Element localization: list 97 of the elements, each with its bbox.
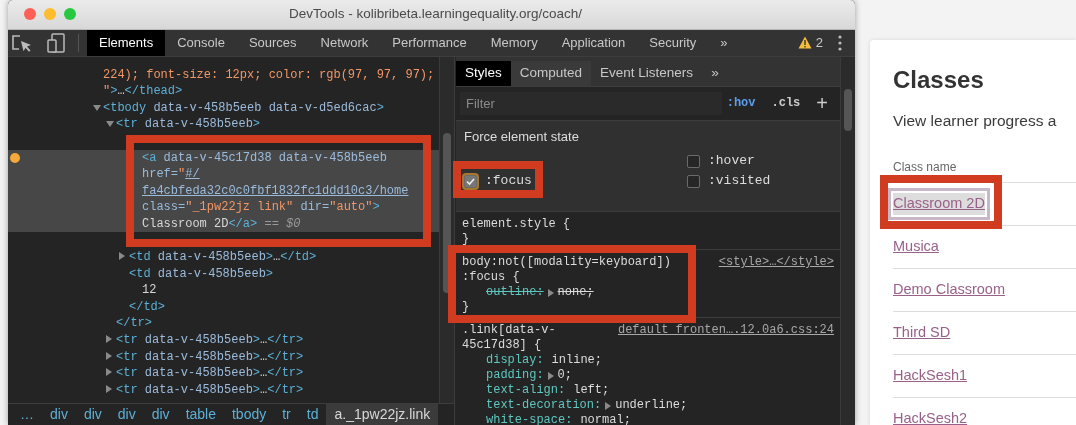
css-selector: body:not([modality=keyboard]) [462,255,671,271]
checkbox[interactable] [687,174,700,188]
code-line: <td data-v-458b5eeb> [129,266,274,281]
code-line: 224); font-size: 12px; color: rgb(97, 97, 97); [103,67,435,82]
panel-tab[interactable]: Network [308,29,381,56]
property-value: none; [557,285,594,301]
more-tabs-button[interactable]: » [702,60,728,86]
code-line: <td data-v-458b5eeb>…</td> [129,250,317,265]
panel-tab[interactable]: Security [637,29,709,56]
breadcrumb-item[interactable]: div [42,404,76,425]
breadcrumb-item[interactable]: a._1pw22jz.link [326,404,439,425]
code-line: <tr data-v-458b5eeb>…</tr> [116,349,304,364]
hov-toggle[interactable]: :hov [726,94,756,113]
code-line: Classroom 2D</a> == $0 [142,216,301,231]
expand-triangle-icon[interactable] [605,401,612,410]
state-label: :visited [708,172,771,191]
property-value: 0; [557,368,572,384]
code-line: 12 [142,283,157,298]
source-link[interactable]: default_fronten….12.0a6.css:24 [617,323,834,339]
property-name: display: [486,353,544,369]
warnings-button[interactable]: 2 [797,32,823,53]
property-name: outline: [486,285,544,301]
code-line: class="_1pw22jz link" dir="auto"> [142,200,380,215]
cls-toggle[interactable]: .cls [771,94,801,113]
selected-tree-node[interactable]: <a data-v-45c17d38 data-v-458b5eeb href="#/ fa4cbfeda32c0c0fbf1832fc1ddd10c3/home class="_1pw22jz link" dir="auto"> Classroom 2D</a> == $0 [8,149,439,233]
styles-tab[interactable]: Event Listeners [591,60,703,86]
css-selector: element.style { [462,217,571,233]
collapsed-triangle-icon[interactable] [106,368,112,377]
state-label: :focus [485,172,532,191]
code-line: </td> [129,299,165,314]
breadcrumb-item[interactable]: div [75,404,110,425]
breadcrumb-item[interactable]: div [109,404,144,425]
css-brace: } [462,300,471,316]
property-value: normal; [580,413,631,425]
css-brace: } [462,232,471,248]
warning-count: 2 [815,33,823,52]
code-line: </tr> [116,316,152,331]
breadcrumb-item[interactable]: td [298,404,327,425]
css-selector: 45c17d38] { [462,338,543,354]
property-value: inline; [551,353,603,369]
panel-tab[interactable]: Memory [478,29,550,56]
code-line: ">…</thead> [103,84,183,99]
class-link[interactable]: HackSesh2 [893,408,968,425]
code-line: <tr data-v-458b5eeb> [116,117,261,132]
section-title: Force element state [464,127,580,146]
property-name: white-space: [486,413,573,425]
class-link[interactable]: Demo Classroom [893,279,1005,301]
panel-tab[interactable]: Application [549,29,638,56]
panel-tab[interactable]: Elements [87,29,166,56]
state-label: :hover [708,152,755,171]
panel-tab[interactable]: Performance [380,29,479,56]
page-title: Classes [893,66,985,95]
collapsed-triangle-icon[interactable] [106,335,112,344]
breadcrumb-item[interactable]: … [12,404,42,425]
checkbox[interactable] [464,174,477,188]
code-line: <tr data-v-458b5eeb>…</tr> [116,366,304,381]
class-link[interactable]: HackSesh1 [893,365,968,387]
expanded-triangle-icon[interactable] [93,104,101,111]
class-link[interactable]: Third SD [893,322,951,344]
code-line: <tr data-v-458b5eeb>…</tr> [116,333,304,348]
code-line: fa4cbfeda32c0c0fbf1832fc1ddd10c3/home [142,183,409,198]
class-link[interactable]: Musica [893,236,939,258]
code-line: <tr data-v-458b5eeb>…</tr> [116,382,304,397]
breadcrumb-item[interactable]: tbody [224,404,275,425]
property-name: padding: [486,368,544,384]
scrollbar[interactable] [840,56,855,425]
code-line: <tbody data-v-458b5eeb data-v-d5ed6cac> [103,100,384,115]
styles-tab[interactable]: Styles [456,60,511,86]
property-name: text-decoration: [486,398,602,414]
expanded-triangle-icon[interactable] [106,121,114,128]
filter-field[interactable]: Filter [460,91,722,115]
breadcrumb-item[interactable]: tr [274,404,299,425]
collapsed-triangle-icon[interactable] [106,351,112,360]
panel-tab[interactable]: Console [165,29,237,56]
styles-tab[interactable]: Computed [510,60,592,86]
code-line: href="#/ [142,167,200,182]
warning-icon [797,36,812,50]
panel-tab[interactable]: Sources [236,29,309,56]
window-title: DevTools - kolibribeta.learningequality.org/coach/ [287,5,584,24]
checkbox[interactable] [687,154,700,168]
code-line: <a data-v-45c17d38 data-v-458b5eeb [142,150,387,165]
more-tabs-button[interactable]: » [708,29,740,56]
property-value: underline; [615,398,688,414]
expand-triangle-icon[interactable] [547,371,554,380]
breadcrumb-item[interactable]: table [177,404,224,425]
property-name: text-align: [486,383,566,399]
collapsed-triangle-icon[interactable] [119,252,125,261]
breadcrumb-item[interactable]: div [143,404,178,425]
property-value: left; [573,383,610,399]
source-link[interactable]: <style>…</style> [718,255,834,271]
page-description: View learner progress a [893,110,1058,131]
expand-triangle-icon[interactable] [547,288,554,297]
column-header: Class name [893,158,1076,184]
css-selector: :focus { [462,270,521,286]
new-rule-button[interactable]: + [816,93,828,114]
collapsed-triangle-icon[interactable] [106,384,112,393]
forced-state-dot [10,152,20,163]
